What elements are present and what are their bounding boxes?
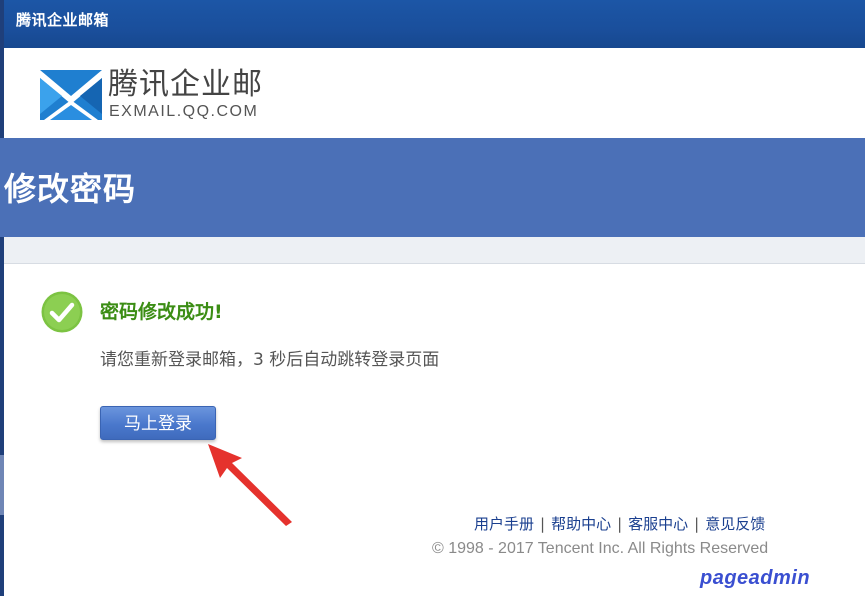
- brand-domain: EXMAIL.QQ.COM: [109, 103, 259, 120]
- page-title: 修改密码: [4, 170, 137, 208]
- copyright-text: © 1998 - 2017 Tencent Inc. All Rights Re…: [432, 540, 769, 557]
- watermark: pageadmin: [700, 567, 811, 589]
- check-circle-icon: [41, 291, 83, 333]
- page: 腾讯企业邮箱 腾讯企业邮 EXMAIL.QQ.COM 修改密码 密码修改成功! …: [0, 0, 865, 596]
- footer-link-user-manual[interactable]: 用户手册: [474, 515, 534, 533]
- window-title: 腾讯企业邮箱: [16, 11, 110, 29]
- footer-links: 用户手册 | 帮助中心 | 客服中心 | 意见反馈: [474, 514, 765, 534]
- left-edge-highlight: [0, 455, 4, 515]
- footer-separator: |: [540, 515, 546, 533]
- red-arrow-icon: [208, 444, 292, 526]
- footer-separator: |: [694, 515, 700, 533]
- redirect-message: 请您重新登录邮箱，3 秒后自动跳转登录页面: [100, 350, 440, 370]
- header: 腾讯企业邮 EXMAIL.QQ.COM: [4, 48, 865, 138]
- success-title: 密码修改成功!: [100, 301, 223, 323]
- brand-name: 腾讯企业邮: [108, 67, 263, 102]
- sub-header-strip: [4, 237, 865, 264]
- footer-link-customer-service[interactable]: 客服中心: [628, 515, 688, 533]
- footer-separator: |: [617, 515, 623, 533]
- window-title-bar: 腾讯企业邮箱: [0, 0, 865, 48]
- footer-link-feedback[interactable]: 意见反馈: [705, 515, 765, 533]
- login-now-button[interactable]: 马上登录: [100, 406, 216, 440]
- envelope-m-logo-icon: [40, 70, 102, 120]
- footer-link-help-center[interactable]: 帮助中心: [551, 515, 611, 533]
